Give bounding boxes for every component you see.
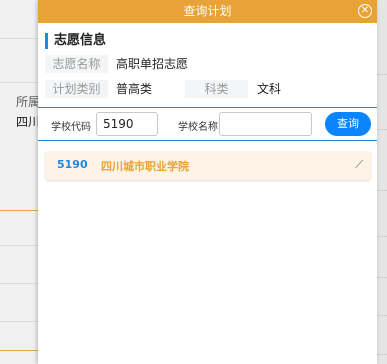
- result-item[interactable]: 5190 四川城市职业学院 ⟋: [45, 151, 371, 180]
- chevron-icon[interactable]: ⟋: [355, 158, 363, 172]
- info-row-plan-type: 计划类别 普高类 科类 文科: [45, 80, 365, 98]
- info-row-volunteer-name: 志愿名称 高职单招志愿: [45, 55, 365, 73]
- school-name-label: 学校名称: [178, 122, 218, 133]
- subject-value: 文科: [257, 82, 282, 96]
- close-icon[interactable]: ✕: [358, 4, 372, 18]
- query-plan-dialog: 查询计划 ✕ 志愿信息 志愿名称 高职单招志愿 计划类别 普高类 科类 文科 学…: [38, 0, 377, 364]
- school-code-input[interactable]: [96, 112, 158, 136]
- section-title: 志愿信息: [45, 33, 106, 49]
- result-school-code: 5190: [57, 158, 88, 171]
- result-school-name: 四川城市职业学院: [101, 160, 189, 173]
- school-code-label: 学校代码: [51, 122, 91, 133]
- dialog-title: 查询计划: [183, 4, 232, 18]
- dialog-titlebar: 查询计划 ✕: [38, 0, 377, 23]
- plan-type-value: 普高类: [116, 82, 153, 96]
- plan-type-label: 计划类别: [45, 80, 108, 98]
- volunteer-name-value: 高职单招志愿: [116, 57, 189, 71]
- scrollbar[interactable]: [377, 0, 387, 364]
- query-button[interactable]: 查询: [325, 112, 371, 136]
- volunteer-name-label: 志愿名称: [45, 55, 108, 73]
- search-bar: 学校代码 学校名称 查询: [38, 107, 377, 141]
- school-name-input[interactable]: [219, 112, 312, 136]
- subject-label: 科类: [185, 80, 248, 98]
